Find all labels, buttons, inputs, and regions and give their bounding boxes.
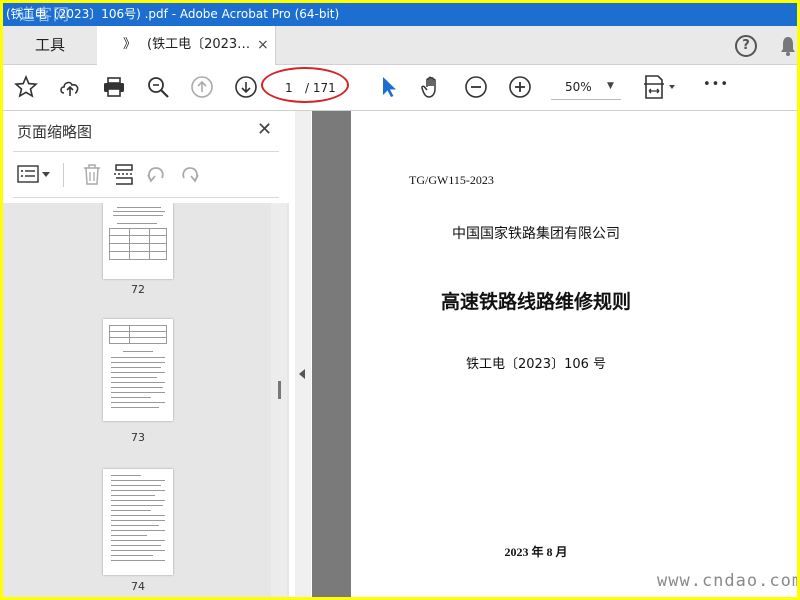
document-number: 铁工电〔2023〕106 号: [465, 357, 607, 372]
tab-bar: 工具 》 (铁工电〔2023… × ?: [3, 26, 797, 65]
more-options-icon[interactable]: •••: [703, 77, 733, 101]
tab-close-icon[interactable]: ×: [257, 26, 269, 64]
thumbnail-page[interactable]: [103, 319, 173, 421]
document-page: TG/GW115-2023 中国国家铁路集团有限公司 高速铁路线路维修规则 铁工…: [351, 111, 797, 597]
thumbnail-scrollbar[interactable]: [271, 203, 287, 597]
thumbnail-page-number: 74: [131, 580, 145, 593]
collapse-arrow-icon: [299, 369, 305, 379]
panel-divider: [13, 151, 279, 152]
watermark-url: www.cndao.com: [657, 571, 797, 591]
cloud-upload-icon[interactable]: [58, 75, 82, 99]
thumbnail-page[interactable]: [103, 203, 173, 279]
zoom-level-value: 50%: [565, 80, 592, 94]
collapse-panel-button[interactable]: [295, 111, 311, 597]
document-title: 高速铁路线路维修规则: [440, 291, 631, 313]
tab-chevron-icon: 》: [123, 37, 137, 52]
help-icon[interactable]: ?: [735, 35, 757, 57]
thumbnail-page-number: 73: [131, 431, 145, 444]
zoom-level-select[interactable]: 50% ▼: [551, 75, 621, 100]
print-icon[interactable]: [102, 75, 126, 99]
panel-close-icon[interactable]: ✕: [257, 119, 272, 140]
thumbnail-options-icon[interactable]: [17, 163, 53, 185]
chevron-down-icon: ▼: [607, 81, 614, 91]
fit-page-icon[interactable]: [643, 75, 679, 99]
rotate-right-icon[interactable]: [179, 163, 201, 185]
tab-tools[interactable]: 工具: [3, 26, 98, 64]
document-date: 2023 年 8 月: [504, 545, 568, 559]
document-organization: 中国国家铁路集团有限公司: [452, 226, 620, 242]
notification-bell-icon[interactable]: [779, 35, 797, 57]
app-window: (铁工电〔2023〕106号) .pdf - Adobe Acrobat Pro…: [3, 3, 797, 597]
zoom-in-icon[interactable]: [508, 75, 532, 99]
tab-document[interactable]: 》 (铁工电〔2023… ×: [97, 26, 276, 65]
toolbar-divider: [63, 163, 64, 187]
next-page-icon[interactable]: [234, 75, 258, 99]
insert-page-icon[interactable]: [113, 163, 135, 185]
zoom-out-icon[interactable]: [464, 75, 488, 99]
document-view[interactable]: TG/GW115-2023 中国国家铁路集团有限公司 高速铁路线路维修规则 铁工…: [312, 111, 797, 597]
main-toolbar: 1 / 171 50% ▼ •••: [3, 65, 797, 111]
select-cursor-icon[interactable]: [377, 75, 401, 99]
previous-page-icon[interactable]: [190, 75, 214, 99]
thumbnail-page-number: 72: [131, 283, 145, 296]
zoom-search-icon[interactable]: [146, 75, 170, 99]
thumbnail-page[interactable]: [103, 469, 173, 575]
title-bar: (铁工电〔2023〕106号) .pdf - Adobe Acrobat Pro…: [3, 3, 797, 26]
star-bookmark-icon[interactable]: [14, 75, 38, 99]
hand-tool-icon[interactable]: [420, 75, 444, 99]
panel-divider-2: [13, 197, 279, 198]
thumbnails-panel: 页面缩略图 ✕ 72 73 74: [3, 111, 296, 597]
thumbnail-list: 72 73 74: [3, 203, 289, 597]
rotate-left-icon[interactable]: [145, 163, 167, 185]
tab-document-label: (铁工电〔2023…: [147, 37, 251, 52]
trash-icon[interactable]: [81, 163, 103, 185]
document-code: TG/GW115-2023: [409, 173, 494, 187]
panel-title: 页面缩略图: [17, 123, 93, 141]
red-highlight-oval: [261, 67, 349, 103]
panel-resize-handle[interactable]: [278, 381, 281, 399]
watermark-logo: 道客网: [19, 5, 71, 24]
